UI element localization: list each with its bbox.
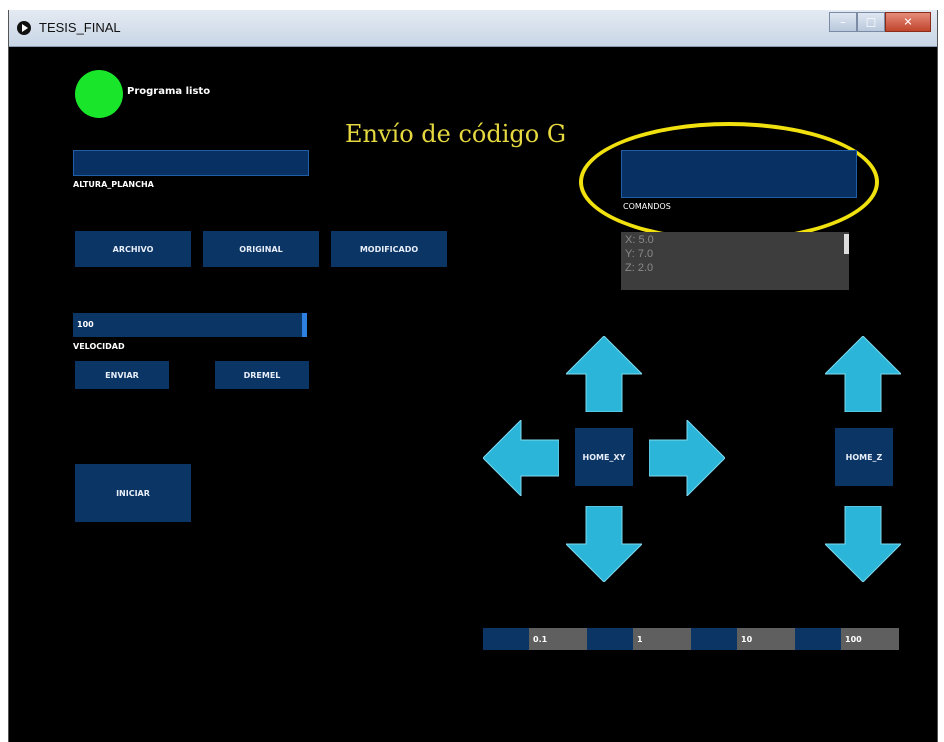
move-y-plus-arrow-icon[interactable] <box>566 336 642 412</box>
title-bar: TESIS_FINAL – □ ✕ <box>9 10 937 47</box>
app-icon <box>17 21 31 35</box>
step-option-0-1-toggle[interactable] <box>483 628 529 650</box>
window-title: TESIS_FINAL <box>39 20 121 35</box>
maximize-button[interactable]: □ <box>857 12 885 32</box>
status-indicator <box>75 70 123 118</box>
move-y-minus-arrow-icon[interactable] <box>566 506 642 582</box>
step-option-1-toggle[interactable] <box>587 628 633 650</box>
move-z-minus-arrow-icon[interactable] <box>825 506 901 582</box>
original-button[interactable]: ORIGINAL <box>203 231 319 267</box>
move-x-plus-arrow-icon[interactable] <box>649 420 725 496</box>
altura-plancha-input[interactable] <box>73 150 309 176</box>
window-controls: – □ ✕ <box>829 12 931 32</box>
velocidad-label: VELOCIDAD <box>73 342 125 351</box>
app-window: TESIS_FINAL – □ ✕ Programa listo Envío d… <box>8 10 938 742</box>
enviar-button[interactable]: ENVIAR <box>75 361 169 389</box>
move-z-plus-arrow-icon[interactable] <box>825 336 901 412</box>
altura-plancha-label: ALTURA_PLANCHA <box>73 180 154 189</box>
log-line: X: 5.0 <box>625 234 654 246</box>
move-x-minus-arrow-icon[interactable] <box>483 420 559 496</box>
home-z-button[interactable]: HOME_Z <box>835 428 893 486</box>
log-line: Y: 7.0 <box>625 248 654 260</box>
dremel-button[interactable]: DREMEL <box>215 361 309 389</box>
log-line: Z: 2.0 <box>625 262 654 274</box>
home-xy-button[interactable]: HOME_XY <box>575 428 633 486</box>
step-option-100-toggle[interactable] <box>795 628 841 650</box>
step-option-100-label[interactable]: 100 <box>841 628 899 650</box>
step-option-10-label[interactable]: 10 <box>737 628 795 650</box>
comandos-input[interactable] <box>621 150 857 198</box>
step-option-1-label[interactable]: 1 <box>633 628 691 650</box>
command-log: X: 5.0 Y: 7.0 Z: 2.0 <box>621 232 849 290</box>
modificado-button[interactable]: MODIFICADO <box>331 231 447 267</box>
close-button[interactable]: ✕ <box>885 12 931 32</box>
iniciar-button[interactable]: INICIAR <box>75 464 191 522</box>
status-label: Programa listo <box>127 86 211 97</box>
archivo-button[interactable]: ARCHIVO <box>75 231 191 267</box>
comandos-label: COMANDOS <box>623 202 671 211</box>
minimize-button[interactable]: – <box>829 12 857 32</box>
log-scrollbar[interactable] <box>844 234 849 254</box>
velocidad-slider[interactable] <box>73 313 307 337</box>
step-option-10-toggle[interactable] <box>691 628 737 650</box>
velocidad-value: 100 <box>77 320 94 329</box>
step-option-0-1-label[interactable]: 0.1 <box>529 628 587 650</box>
velocidad-slider-handle[interactable] <box>302 313 307 337</box>
page-title: Envío de código G <box>345 120 567 148</box>
